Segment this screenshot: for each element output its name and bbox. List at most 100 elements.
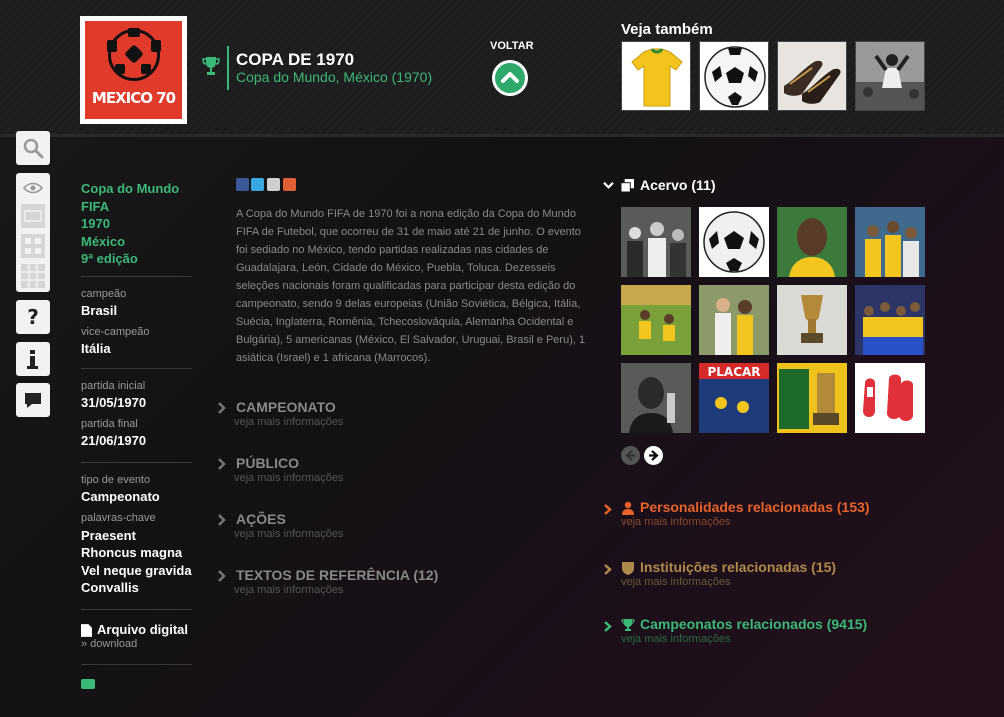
chevron-right-icon <box>218 458 226 470</box>
event-type-label: tipo de evento <box>81 473 151 486</box>
search-icon <box>23 138 44 159</box>
champion-label: campeão <box>81 287 127 300</box>
players-photo-icon <box>699 285 769 355</box>
more-share-icon[interactable] <box>283 178 296 191</box>
keyword[interactable]: Vel neque gravida <box>81 562 192 580</box>
document-icon <box>81 623 92 637</box>
info-button[interactable] <box>16 342 50 376</box>
list-view-icon <box>21 204 45 228</box>
soccer-ball-icon <box>704 46 766 108</box>
first-match-label: partida inicial <box>81 379 146 392</box>
jersey-icon <box>631 48 683 107</box>
comment-icon <box>25 393 41 408</box>
acervo-thumb[interactable] <box>855 285 925 355</box>
chevron-right-icon <box>604 564 612 575</box>
help-button[interactable]: ? <box>16 300 50 334</box>
see-also-thumb-boots[interactable] <box>777 41 847 111</box>
soccer-ball-icon <box>703 211 765 273</box>
trophy-icon <box>202 57 220 75</box>
info-year: 1970 <box>81 216 110 231</box>
team-celebration-icon <box>855 285 925 355</box>
page-title: COPA DE 1970 <box>236 50 355 69</box>
acervo-next-button[interactable] <box>644 446 663 465</box>
acervo-thumb[interactable] <box>699 207 769 277</box>
chevron-up-icon <box>501 72 519 83</box>
keyword[interactable]: Convallis <box>81 579 192 597</box>
arrow-right-icon <box>649 450 659 461</box>
acervo-thumb[interactable]: PLACAR <box>699 363 769 433</box>
acervo-thumb[interactable] <box>777 285 847 355</box>
first-match-value: 31/05/1970 <box>81 394 147 410</box>
keyword[interactable]: Rhoncus magna <box>81 544 192 562</box>
event-logo: MEXICO 70 <box>80 16 187 124</box>
acervo-thumb[interactable] <box>855 363 925 433</box>
player-portrait-icon <box>777 207 847 277</box>
comment-button[interactable] <box>16 383 50 417</box>
crowd-photo-icon <box>621 207 691 277</box>
chevron-right-icon <box>218 514 226 526</box>
event-info: Copa do Mundo FIFA 1970 México 9ª edição… <box>81 180 192 689</box>
football-logo-icon <box>107 28 161 81</box>
info-country: México <box>81 233 126 249</box>
collection-icon <box>621 179 634 192</box>
back-label: VOLTAR <box>490 40 534 52</box>
chevron-right-icon <box>218 402 226 414</box>
back-button[interactable] <box>492 60 528 96</box>
acervo-title: Acervo (11) <box>640 177 716 193</box>
digital-archive-link[interactable]: Arquivo digital » download <box>81 622 192 654</box>
champion-value: Brasil <box>81 302 118 318</box>
event-type-value: Campeonato <box>81 488 160 504</box>
acervo-thumb[interactable] <box>621 285 691 355</box>
final-match-value: 21/06/1970 <box>81 432 147 448</box>
acervo-thumb[interactable] <box>855 207 925 277</box>
svg-text:PLACAR: PLACAR <box>707 365 760 379</box>
email-share-icon[interactable] <box>267 178 280 191</box>
trophy-icon <box>621 619 635 631</box>
team-photo-icon <box>855 207 925 277</box>
comment-icon[interactable] <box>81 678 95 689</box>
acervo-thumb[interactable] <box>621 363 691 433</box>
match-photo-icon <box>621 285 691 355</box>
archive-title: Arquivo digital <box>97 621 188 637</box>
person-icon <box>622 501 634 515</box>
keyword[interactable]: Praesent <box>81 527 192 545</box>
placar-magazine-icon: PLACAR <box>699 363 769 433</box>
info-icon <box>27 350 38 369</box>
runner-up-label: vice-campeão <box>81 325 150 338</box>
grid-view-icon <box>21 264 45 288</box>
info-competition: Copa do Mundo FIFA <box>81 181 180 214</box>
acervo-thumb[interactable] <box>699 285 769 355</box>
acervo-thumb[interactable] <box>777 207 847 277</box>
see-also-thumb-photo[interactable] <box>855 41 925 111</box>
facebook-share-icon[interactable] <box>236 178 249 191</box>
thumb-view-icon <box>21 234 45 258</box>
see-also-thumb-jersey[interactable] <box>621 41 691 111</box>
chevron-right-icon <box>604 621 612 632</box>
header-bar: MEXICO 70 COPA DE 1970 Copa do Mundo, Mé… <box>0 0 1004 137</box>
help-icon: ? <box>27 305 39 329</box>
logo-text: MEXICO 70 <box>91 89 176 107</box>
chevron-down-icon <box>603 182 614 189</box>
magazine-cover-icon <box>777 363 847 433</box>
event-description: A Copa do Mundo FIFA de 1970 foi a nona … <box>236 208 586 364</box>
svg-text:?: ? <box>27 305 39 329</box>
see-also-thumb-ball[interactable] <box>699 41 769 111</box>
eye-icon <box>22 182 44 194</box>
chevron-right-icon <box>218 570 226 582</box>
title-divider <box>227 46 229 90</box>
page-subtitle: Copa do Mundo, México (1970) <box>236 69 433 85</box>
photo-icon <box>856 42 924 110</box>
archive-download: » download <box>81 637 138 650</box>
acervo-prev-button[interactable] <box>621 446 640 465</box>
acervo-thumb[interactable] <box>621 207 691 277</box>
final-match-label: partida final <box>81 417 138 430</box>
search-button[interactable] <box>16 131 50 165</box>
arrow-left-icon <box>625 450 635 461</box>
see-also-title: Veja também <box>621 21 713 38</box>
twitter-share-icon[interactable] <box>251 178 264 191</box>
boots-icon <box>784 60 841 104</box>
shield-icon <box>622 562 634 575</box>
runner-up-value: Itália <box>81 340 111 356</box>
goalkeeper-gloves-icon <box>855 363 925 433</box>
acervo-thumb[interactable] <box>777 363 847 433</box>
